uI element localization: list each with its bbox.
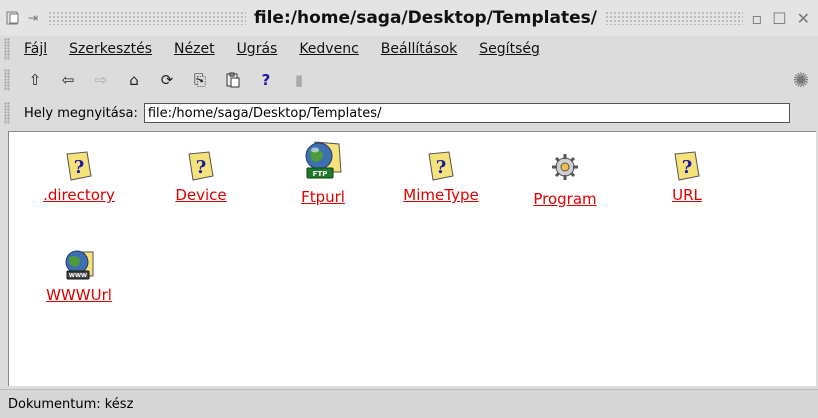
file-name[interactable]: URL: [672, 186, 702, 204]
file-item[interactable]: WWW WWWUrl: [33, 242, 125, 304]
svg-text:?: ?: [74, 157, 85, 178]
menu-beallitasok[interactable]: Beállítások: [381, 41, 458, 57]
status-text: Dokumentum: kész: [8, 396, 134, 412]
home-icon[interactable]: ⌂: [123, 69, 145, 91]
location-bar: Hely megnyitása:: [0, 99, 818, 127]
www-globe-icon: WWW: [33, 242, 125, 282]
status-bar: Dokumentum: kész: [0, 389, 818, 418]
file-name[interactable]: MimeType: [403, 186, 478, 204]
title-grip-right: [604, 11, 744, 25]
menu-segitseg[interactable]: Segítség: [479, 41, 540, 57]
reload-icon[interactable]: ⟳: [156, 69, 178, 91]
activity-gear-icon: ✺: [792, 68, 810, 92]
file-item[interactable]: ? Device: [155, 142, 247, 204]
title-grip-left: [48, 11, 246, 25]
svg-text:FTP: FTP: [313, 170, 328, 178]
title-bar[interactable]: ⇥ file:/home/saga/Desktop/Templates/ ▫ ☐…: [0, 0, 818, 36]
file-name[interactable]: WWWUrl: [46, 286, 112, 304]
file-item[interactable]: FTP Ftpurl: [277, 141, 369, 206]
file-name[interactable]: Program: [533, 190, 596, 208]
location-input[interactable]: [143, 103, 790, 123]
unknown-file-icon: ?: [33, 142, 125, 182]
menu-kedvenc[interactable]: Kedvenc: [299, 41, 358, 57]
locationbar-grip[interactable]: [4, 102, 10, 124]
file-item[interactable]: Program: [519, 142, 611, 208]
file-name[interactable]: Ftpurl: [301, 188, 345, 206]
menu-ugras[interactable]: Ugrás: [237, 41, 278, 57]
menubar-grip[interactable]: [4, 38, 10, 60]
window-menu-icon[interactable]: [6, 11, 20, 25]
menu-nezet[interactable]: Nézet: [174, 41, 215, 57]
close-icon[interactable]: ✕: [797, 9, 810, 28]
back-icon[interactable]: ⇦: [57, 69, 79, 91]
svg-text:?: ?: [196, 157, 207, 178]
menu-fajl[interactable]: Fájl: [24, 41, 47, 57]
toolbar-grip[interactable]: [4, 69, 10, 91]
svg-text:WWW: WWW: [69, 273, 87, 279]
forward-icon[interactable]: ⇨: [90, 69, 112, 91]
toolbar: ⇧ ⇦ ⇨ ⌂ ⟳ ⎘ ? ▮ ✺: [0, 64, 818, 96]
unknown-file-icon: ?: [395, 142, 487, 182]
ftp-globe-icon: FTP: [277, 141, 369, 182]
svg-text:?: ?: [436, 157, 447, 178]
window-title: file:/home/saga/Desktop/Templates/: [254, 8, 597, 28]
unknown-file-icon: ?: [641, 142, 733, 182]
unknown-file-icon: ?: [155, 142, 247, 182]
file-view[interactable]: ? .directory ? Device FTP Ftpurl ? MimeT…: [8, 131, 816, 386]
file-name[interactable]: .directory: [43, 186, 115, 204]
browser-window: ⇥ file:/home/saga/Desktop/Templates/ ▫ ☐…: [0, 0, 818, 418]
help-icon[interactable]: ?: [255, 69, 277, 91]
pin-icon[interactable]: ⇥: [26, 11, 40, 25]
menu-szerkesztes[interactable]: Szerkesztés: [69, 41, 152, 57]
file-item[interactable]: ? URL: [641, 142, 733, 204]
svg-text:?: ?: [682, 157, 693, 178]
stop-icon[interactable]: ▮: [288, 69, 310, 91]
up-icon[interactable]: ⇧: [24, 69, 46, 91]
menu-bar: Fájl Szerkesztés Nézet Ugrás Kedvenc Beá…: [0, 36, 818, 62]
copy-icon[interactable]: ⎘: [189, 69, 211, 91]
gear-icon: [519, 142, 611, 182]
location-label: Hely megnyitása:: [24, 105, 138, 121]
file-item[interactable]: ? MimeType: [395, 142, 487, 204]
file-item[interactable]: ? .directory: [33, 142, 125, 204]
minimize-icon[interactable]: ▫: [751, 9, 762, 28]
maximize-icon[interactable]: ☐: [772, 9, 786, 28]
paste-icon[interactable]: [222, 69, 244, 91]
file-name[interactable]: Device: [175, 186, 226, 204]
